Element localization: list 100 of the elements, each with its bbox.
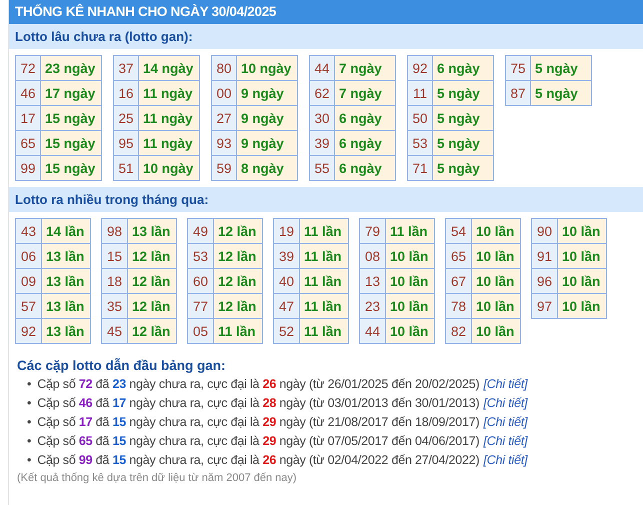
count-cell: 7 ngày	[334, 80, 396, 106]
count-cell: 11 lần	[300, 294, 348, 318]
number-cell: 65	[446, 244, 472, 268]
bullet-icon: •	[27, 453, 32, 467]
number-cell: 87	[506, 80, 530, 106]
count-cell: 10 lần	[472, 318, 520, 344]
number-cell: 09	[16, 268, 42, 294]
count-cell: 10 ngày	[138, 156, 200, 180]
detail-link[interactable]: [Chi tiết]	[484, 434, 528, 448]
count-cell: 10 lần	[472, 244, 520, 268]
count-cell: 5 ngày	[530, 56, 592, 80]
count-cell: 11 lần	[386, 218, 434, 244]
number-cell: 72	[16, 56, 40, 80]
count-cell: 11 lần	[214, 318, 262, 344]
count-cell: 15 ngày	[40, 156, 102, 180]
number-cell: 52	[274, 318, 300, 344]
number-cell: 82	[446, 318, 472, 344]
count-cell: 5 ngày	[432, 106, 494, 130]
number-cell: 27	[212, 106, 236, 130]
number-cell: 49	[188, 218, 214, 244]
count-cell: 6 ngày	[432, 56, 494, 80]
bullet-icon: •	[27, 415, 32, 429]
number-cell: 93	[212, 130, 236, 156]
number-cell: 57	[16, 294, 42, 318]
count-cell: 12 lần	[128, 244, 176, 268]
number-cell: 08	[360, 244, 386, 268]
count-cell: 6 ngày	[334, 130, 396, 156]
count-cell: 10 lần	[472, 268, 520, 294]
count-cell: 14 ngày	[138, 56, 200, 80]
number-cell: 44	[310, 56, 334, 80]
number-cell: 96	[532, 268, 558, 294]
number-cell: 46	[16, 80, 40, 106]
number-cell: 23	[360, 294, 386, 318]
number-cell: 06	[16, 244, 42, 268]
count-cell: 12 lần	[214, 218, 262, 244]
count-cell: 23 ngày	[40, 56, 102, 80]
count-cell: 5 ngày	[432, 130, 494, 156]
number-cell: 13	[360, 268, 386, 294]
number-cell: 37	[114, 56, 138, 80]
number-cell: 25	[114, 106, 138, 130]
number-cell: 47	[274, 294, 300, 318]
number-cell: 79	[360, 218, 386, 244]
count-cell: 11 lần	[300, 244, 348, 268]
number-cell: 54	[446, 218, 472, 244]
number-cell: 60	[188, 268, 214, 294]
number-cell: 71	[408, 156, 432, 180]
number-cell: 05	[188, 318, 214, 344]
count-cell: 10 lần	[386, 244, 434, 268]
detail-link[interactable]: [Chi tiết]	[484, 396, 528, 410]
count-cell: 9 ngày	[236, 106, 298, 130]
count-cell: 17 ngày	[40, 80, 102, 106]
count-cell: 10 lần	[558, 294, 606, 318]
count-cell: 12 lần	[214, 244, 262, 268]
number-cell: 92	[408, 56, 432, 80]
number-cell: 39	[274, 244, 300, 268]
footnote: (Kết quả thống kê dựa trên dữ liệu từ năm 2007 đến nay)	[17, 472, 298, 484]
count-cell: 12 lần	[214, 268, 262, 294]
count-cell: 9 ngày	[236, 130, 298, 156]
number-cell: 44	[360, 318, 386, 344]
number-cell: 59	[212, 156, 236, 180]
number-cell: 53	[188, 244, 214, 268]
detail-link[interactable]: [Chi tiết]	[484, 453, 528, 467]
section-heading: Lotto ra nhiều trong tháng qua:	[9, 187, 643, 212]
count-cell: 13 lần	[42, 318, 90, 344]
number-cell: 75	[506, 56, 530, 80]
count-cell: 11 ngày	[138, 130, 200, 156]
leader-sentence: Cặp số 46 đã 17 ngày chưa ra, cực đại là 28 ngày (từ 03/01/2013 đến 30/01/2013)	[37, 396, 480, 410]
count-cell: 14 lần	[42, 218, 90, 244]
number-cell: 39	[310, 130, 334, 156]
leader-sentence: Cặp số 72 đã 23 ngày chưa ra, cực đại là 26 ngày (từ 26/01/2025 đến 20/02/2025)	[37, 377, 480, 391]
number-cell: 17	[16, 106, 40, 130]
number-cell: 53	[408, 130, 432, 156]
number-cell: 65	[16, 130, 40, 156]
count-cell: 5 ngày	[530, 80, 592, 106]
number-cell: 92	[16, 318, 42, 344]
count-cell: 12 lần	[128, 294, 176, 318]
count-cell: 13 lần	[128, 218, 176, 244]
detail-link[interactable]: [Chi tiết]	[484, 377, 528, 391]
leader-sentence: Cặp số 17 đã 15 ngày chưa ra, cực đại là 29 ngày (từ 21/08/2017 đến 18/09/2017)	[37, 415, 480, 429]
detail-link[interactable]: [Chi tiết]	[484, 415, 528, 429]
count-cell: 10 lần	[386, 294, 434, 318]
count-cell: 10 lần	[558, 268, 606, 294]
number-cell: 95	[114, 130, 138, 156]
number-cell: 18	[102, 268, 128, 294]
number-cell: 15	[102, 244, 128, 268]
number-cell: 30	[310, 106, 334, 130]
count-cell: 11 ngày	[138, 106, 200, 130]
count-cell: 13 lần	[42, 294, 90, 318]
number-cell: 16	[114, 80, 138, 106]
count-cell: 10 lần	[472, 294, 520, 318]
count-cell: 10 lần	[558, 218, 606, 244]
number-cell: 98	[102, 218, 128, 244]
bullet-icon: •	[27, 377, 32, 391]
number-cell: 78	[446, 294, 472, 318]
section-heading: Các cặp lotto dẫn đầu bảng gan:	[17, 358, 227, 373]
count-cell: 11 ngày	[138, 80, 200, 106]
number-cell: 45	[102, 318, 128, 344]
count-cell: 11 lần	[300, 268, 348, 294]
leader-sentence: Cặp số 65 đã 15 ngày chưa ra, cực đại là 29 ngày (từ 07/05/2017 đến 04/06/2017)	[37, 434, 480, 448]
section-heading: Lotto lâu chưa ra (lotto gan):	[9, 24, 643, 49]
